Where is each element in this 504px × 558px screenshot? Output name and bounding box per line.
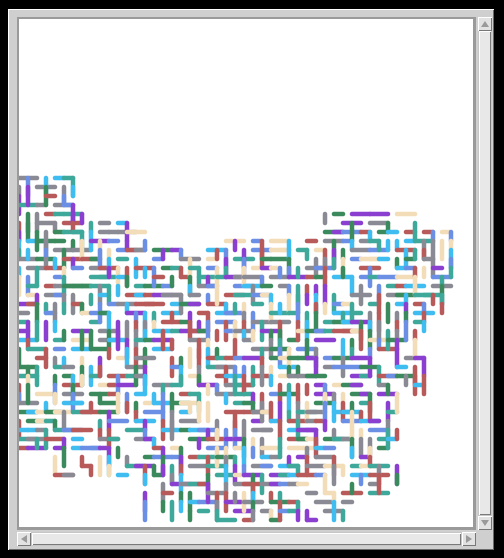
horizontal-scrollbar[interactable] bbox=[17, 532, 476, 546]
canvas-frame bbox=[17, 17, 476, 530]
triangle-left-icon bbox=[21, 535, 27, 543]
vertical-scrollbar[interactable] bbox=[478, 17, 492, 530]
scroll-up-button[interactable] bbox=[478, 17, 492, 31]
vertical-scroll-thumb[interactable] bbox=[479, 31, 491, 515]
drawing-canvas[interactable] bbox=[19, 19, 473, 527]
triangle-right-icon bbox=[466, 535, 472, 543]
scroll-down-button[interactable] bbox=[478, 516, 492, 530]
scroll-left-button[interactable] bbox=[17, 532, 31, 546]
horizontal-scroll-thumb[interactable] bbox=[32, 533, 461, 545]
triangle-down-icon bbox=[481, 520, 489, 526]
scroll-right-button[interactable] bbox=[462, 532, 476, 546]
drawing-window bbox=[8, 9, 494, 550]
triangle-up-icon bbox=[481, 21, 489, 27]
scrollbar-corner bbox=[478, 532, 492, 546]
pipe-maze-drawing bbox=[19, 175, 454, 523]
